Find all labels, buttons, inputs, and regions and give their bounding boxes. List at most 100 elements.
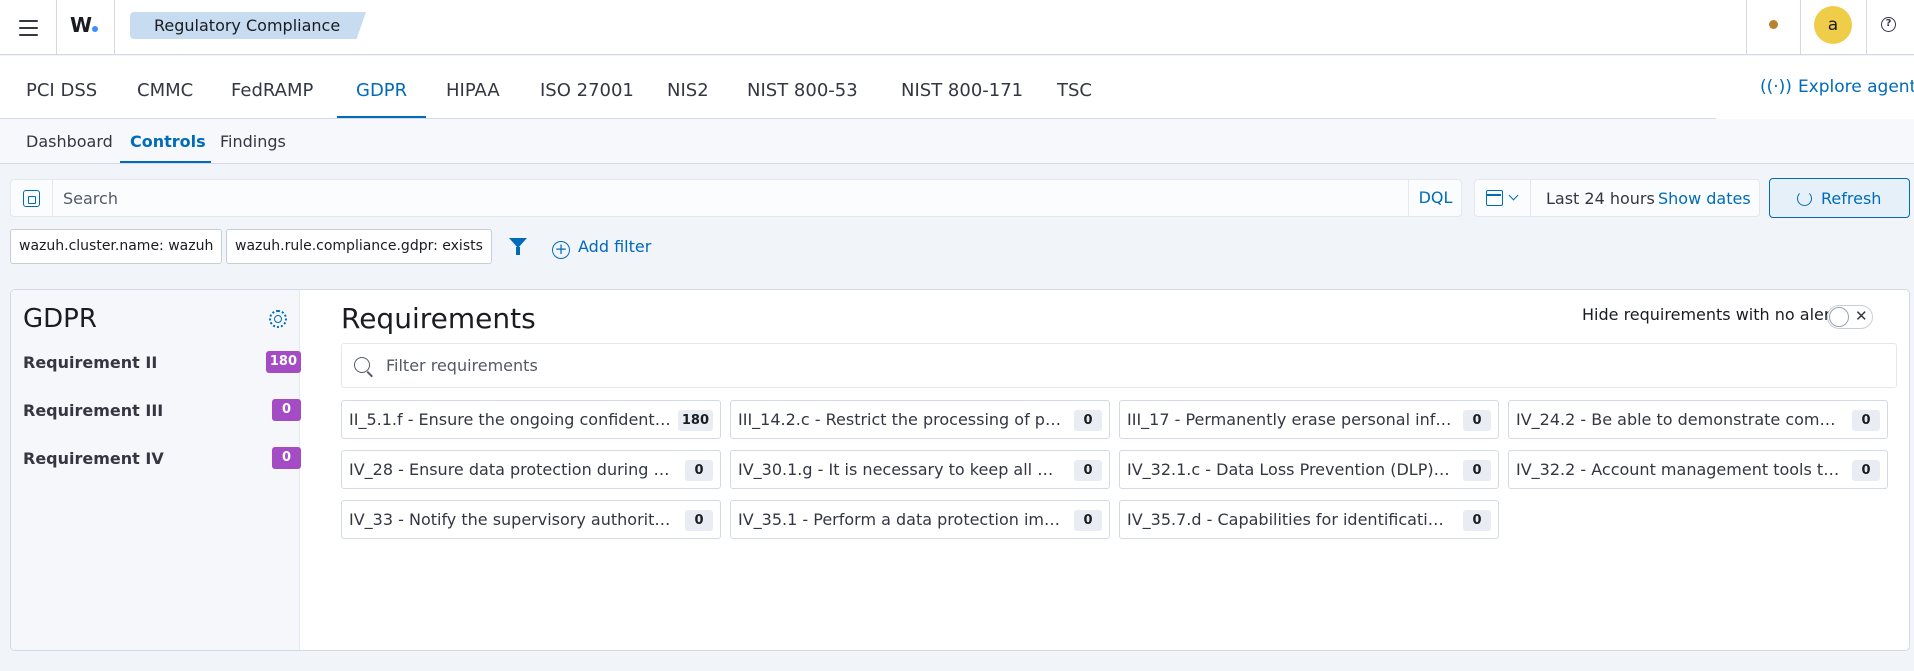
sidebar-item-requirement-iv[interactable]: Requirement IV 0: [23, 447, 301, 471]
plus-circle-icon: +: [552, 241, 570, 259]
refresh-label: Refresh: [1821, 189, 1882, 208]
filter-requirements-input[interactable]: [386, 344, 1886, 387]
avatar[interactable]: a: [1814, 6, 1852, 44]
sidebar-item-requirement-iii[interactable]: Requirement III 0: [23, 399, 301, 423]
count-badge: 180: [265, 351, 301, 373]
requirement-card[interactable]: IV_24.2 - Be able to demonstrate complia…: [1508, 400, 1888, 439]
tab-fedramp[interactable]: FedRAMP: [231, 80, 313, 101]
tab-gdpr[interactable]: GDPR: [356, 80, 407, 101]
tab-cmmc[interactable]: CMMC: [137, 80, 193, 101]
tab-nist-800-171[interactable]: NIST 800-171: [901, 80, 1023, 101]
breadcrumb[interactable]: Regulatory Compliance: [130, 12, 366, 39]
requirement-count: 0: [1852, 410, 1880, 431]
saved-queries-button[interactable]: [11, 180, 53, 216]
subtab-controls[interactable]: Controls: [130, 132, 206, 151]
requirement-card[interactable]: IV_35.1 - Perform a data protection impa…: [730, 500, 1110, 539]
header-divider: [56, 0, 57, 55]
subtab-findings[interactable]: Findings: [220, 132, 286, 151]
requirements-main: Requirements Hide requirements with no a…: [300, 290, 1909, 650]
requirement-card[interactable]: IV_33 - Notify the supervisory authority…: [341, 500, 721, 539]
add-filter-label: Add filter: [578, 237, 652, 256]
requirement-count: 180: [677, 410, 713, 431]
header-divider: [114, 0, 115, 55]
requirement-card[interactable]: IV_30.1.g - It is necessary to keep all …: [730, 450, 1110, 489]
filter-requirements: [341, 343, 1897, 388]
compliance-tabs: PCI DSS CMMC FedRAMP GDPR HIPAA ISO 2700…: [0, 56, 1914, 119]
top-header: W Regulatory Compliance a ?: [0, 0, 1914, 55]
tab-iso-27001[interactable]: ISO 27001: [540, 80, 634, 101]
requirement-count: 0: [1852, 460, 1880, 481]
tab-nis2[interactable]: NIS2: [667, 80, 709, 101]
filter-pill-gdpr[interactable]: wazuh.rule.compliance.gdpr: exists: [226, 229, 492, 264]
requirement-card[interactable]: III_17 - Permanently erase personal info…: [1119, 400, 1499, 439]
date-range-label: Last 24 hours: [1546, 189, 1655, 208]
tab-tsc[interactable]: TSC: [1057, 80, 1092, 101]
add-filter-button[interactable]: + Add filter: [552, 237, 651, 259]
chevron-down-icon: [1508, 190, 1519, 201]
count-badge: 0: [272, 399, 301, 421]
menu-icon[interactable]: [14, 13, 44, 43]
header-divider: [1800, 0, 1801, 55]
filter-pill-cluster[interactable]: wazuh.cluster.name: wazuh: [10, 229, 223, 264]
sidebar-item-label: Requirement II: [23, 353, 158, 372]
requirement-card[interactable]: IV_28 - Ensure data protection during pr…: [341, 450, 721, 489]
sidebar-title: GDPR: [23, 304, 97, 334]
help-icon[interactable]: ?: [1881, 17, 1896, 32]
requirement-count: 0: [1463, 410, 1491, 431]
requirement-count: 0: [685, 510, 713, 531]
broadcast-icon: ((·)): [1760, 77, 1792, 97]
requirement-label: IV_35.7.d - Capabilities for identificat…: [1127, 510, 1452, 529]
toggle-knob: [1829, 307, 1849, 327]
requirement-count: 0: [1074, 460, 1102, 481]
requirement-label: III_14.2.c - Restrict the processing of …: [738, 410, 1063, 429]
tab-hipaa[interactable]: HIPAA: [446, 80, 500, 101]
requirement-label: IV_35.1 - Perform a data protection impa…: [738, 510, 1063, 529]
tab-nist-800-53[interactable]: NIST 800-53: [747, 80, 858, 101]
requirement-card[interactable]: IV_35.7.d - Capabilities for identificat…: [1119, 500, 1499, 539]
date-picker: Last 24 hours Show dates: [1474, 179, 1760, 217]
close-icon: ✕: [1855, 307, 1868, 325]
requirement-label: IV_32.1.c - Data Loss Prevention (DLP) c…: [1127, 460, 1452, 479]
subtab-dashboard[interactable]: Dashboard: [26, 132, 113, 151]
sidebar-item-requirement-ii[interactable]: Requirement II 180: [23, 351, 301, 375]
requirement-count: 0: [685, 460, 713, 481]
requirement-label: II_5.1.f - Ensure the ongoing confidenti…: [349, 410, 674, 429]
show-dates-link[interactable]: Show dates: [1658, 189, 1751, 208]
search-icon: [354, 357, 370, 373]
gear-icon[interactable]: [269, 310, 287, 328]
refresh-button[interactable]: Refresh: [1769, 178, 1910, 218]
header-divider: [1746, 0, 1747, 55]
requirement-count: 0: [1463, 510, 1491, 531]
tab-pci-dss[interactable]: PCI DSS: [26, 80, 97, 101]
requirements-title: Requirements: [341, 302, 536, 335]
requirement-card[interactable]: IV_32.2 - Account management tools that …: [1508, 450, 1888, 489]
search-input[interactable]: [54, 180, 1414, 216]
search-bar: DQL: [10, 179, 1462, 217]
requirement-label: IV_30.1.g - It is necessary to keep all …: [738, 460, 1063, 479]
requirement-label: IV_33 - Notify the supervisory authority…: [349, 510, 674, 529]
requirement-label: III_17 - Permanently erase personal info…: [1127, 410, 1452, 429]
logo-dot: [92, 26, 99, 32]
requirement-label: IV_32.2 - Account management tools that …: [1516, 460, 1841, 479]
hide-no-alerts-toggle[interactable]: ✕: [1827, 305, 1873, 329]
count-badge: 0: [272, 447, 301, 469]
requirement-card[interactable]: II_5.1.f - Ensure the ongoing confidenti…: [341, 400, 721, 439]
requirements-sidebar: GDPR Requirement II 180 Requirement III …: [11, 290, 301, 650]
requirement-count: 0: [1463, 460, 1491, 481]
filter-funnel-icon[interactable]: [509, 238, 527, 255]
explore-agent-label: Explore agent: [1797, 77, 1914, 97]
requirement-card[interactable]: IV_32.1.c - Data Loss Prevention (DLP) c…: [1119, 450, 1499, 489]
sidebar-item-label: Requirement III: [23, 401, 164, 420]
explore-agent-button[interactable]: ((·)) Explore agent: [1760, 77, 1914, 97]
notification-dot-icon[interactable]: [1769, 20, 1778, 29]
sub-tabs: Dashboard Controls Findings: [0, 119, 1914, 164]
save-icon: [23, 190, 40, 207]
compliance-panel: GDPR Requirement II 180 Requirement III …: [10, 289, 1910, 651]
dql-button[interactable]: DQL: [1408, 180, 1462, 216]
quick-date-button[interactable]: [1475, 180, 1531, 216]
wazuh-logo[interactable]: W: [70, 13, 99, 37]
requirement-card[interactable]: III_14.2.c - Restrict the processing of …: [730, 400, 1110, 439]
active-subtab-indicator: [120, 161, 211, 163]
logo-text: W: [70, 13, 92, 37]
calendar-icon: [1486, 190, 1503, 206]
